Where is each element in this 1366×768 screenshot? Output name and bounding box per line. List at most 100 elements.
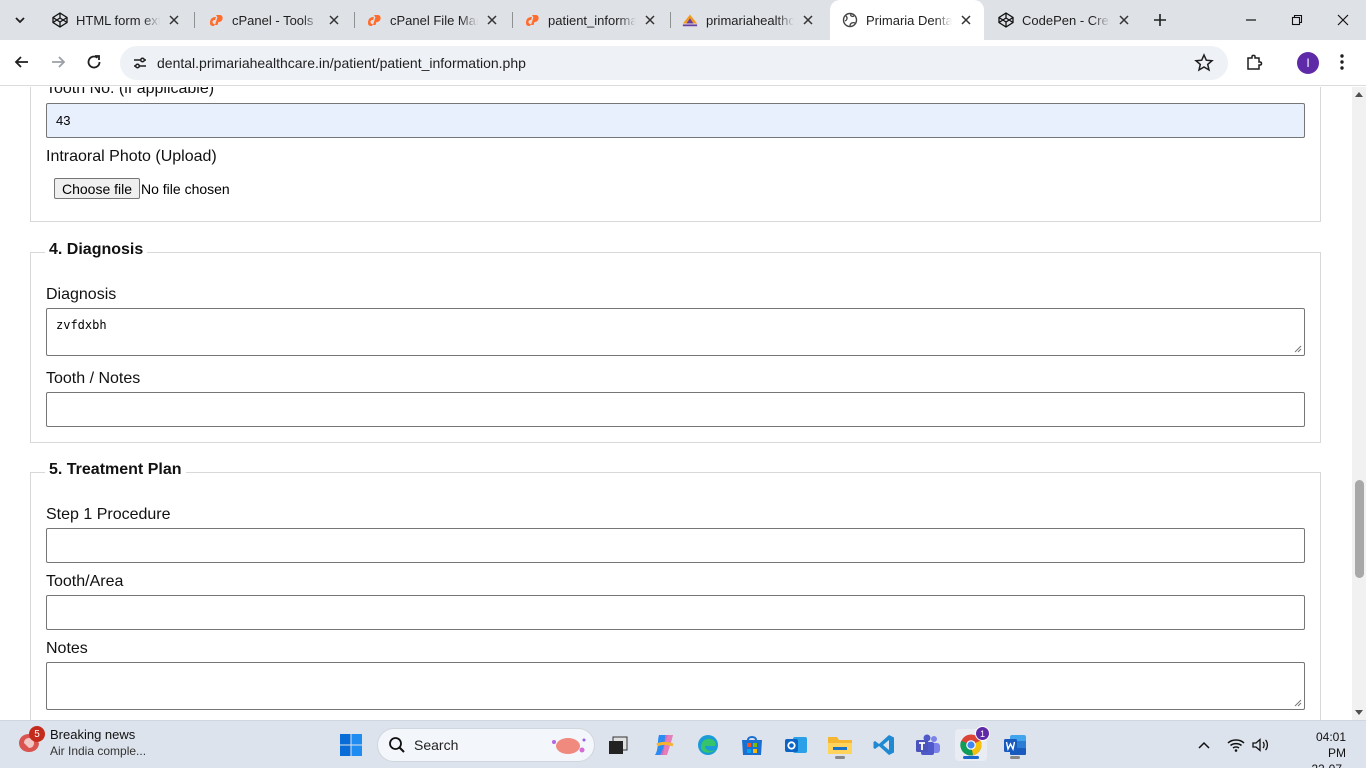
profile-avatar[interactable]: I <box>1297 52 1319 74</box>
tooth-area-label: Tooth/Area <box>46 573 124 590</box>
tab-strip: HTML form extra cPanel - Tools cPanel Fi… <box>0 0 1366 40</box>
choose-file-button[interactable]: Choose file <box>54 178 141 199</box>
news-widget[interactable]: 5 Breaking news Air India comple... <box>16 726 147 759</box>
system-clock[interactable]: 04:01 PM 22-07-2025 <box>1296 729 1346 768</box>
codepen-icon <box>998 12 1014 28</box>
word-button[interactable] <box>999 729 1031 761</box>
section-legend: 4. Diagnosis <box>45 241 148 259</box>
teams-button[interactable] <box>912 729 944 761</box>
tab-patient-information[interactable]: patient_informat <box>512 6 668 34</box>
reload-button[interactable] <box>80 48 108 76</box>
tab-primariahealthcare[interactable]: primariahealthca <box>670 6 826 34</box>
wifi-status[interactable] <box>1225 721 1247 768</box>
search-placeholder: Search <box>414 737 459 753</box>
cpanel-icon <box>366 12 382 28</box>
file-explorer-button[interactable] <box>824 729 856 761</box>
copilot-button[interactable] <box>648 729 680 761</box>
running-indicator <box>963 756 979 759</box>
tab-title: Primaria Dental <box>866 12 952 28</box>
step1-procedure-input[interactable] <box>46 528 1305 563</box>
close-icon <box>1337 14 1349 26</box>
scrollbar-thumb[interactable] <box>1355 480 1364 578</box>
tab-title: cPanel File Mana <box>390 12 478 28</box>
vscode-icon <box>873 735 894 755</box>
search-icon <box>389 737 405 753</box>
start-button[interactable] <box>335 729 367 761</box>
wifi-icon <box>1227 739 1245 752</box>
chrome-profile-badge: 1 <box>975 726 990 741</box>
edge-button[interactable] <box>692 729 724 761</box>
puzzle-icon <box>1247 54 1263 70</box>
tab-cpanel-file-manager[interactable]: cPanel File Mana <box>354 6 510 34</box>
tooth-area-input[interactable] <box>46 595 1305 630</box>
vscode-button[interactable] <box>868 729 900 761</box>
site-info-icon[interactable] <box>126 49 154 77</box>
scroll-up-arrow-icon[interactable] <box>1355 91 1363 99</box>
close-icon[interactable] <box>958 12 974 28</box>
file-status-text: No file chosen <box>141 181 230 197</box>
notes-textarea[interactable] <box>46 662 1305 710</box>
tab-codepen[interactable]: CodePen - Creat <box>986 6 1142 34</box>
pma-icon <box>682 12 698 28</box>
section-legend: 5. Treatment Plan <box>45 461 186 479</box>
close-icon[interactable] <box>326 12 342 28</box>
url-text: dental.primariahealthcare.in/patient/pat… <box>157 55 526 71</box>
arrow-right-icon <box>52 56 66 68</box>
step1-procedure-label: Step 1 Procedure <box>46 506 171 523</box>
chrome-button[interactable]: 1 <box>955 726 990 761</box>
tab-primaria-dental[interactable]: Primaria Dental <box>830 0 984 40</box>
tab-cpanel-tools[interactable]: cPanel - Tools <box>196 6 352 34</box>
close-window-button[interactable] <box>1320 0 1366 40</box>
tab-title: primariahealthca <box>706 12 794 28</box>
store-button[interactable] <box>736 729 768 761</box>
news-title: Breaking news <box>50 727 136 742</box>
close-icon[interactable] <box>800 12 816 28</box>
notes-label: Notes <box>46 640 88 657</box>
taskbar-search[interactable]: Search <box>377 728 595 762</box>
page-viewport: Tooth No. (if applicable) 43 Intraoral P… <box>0 87 1352 720</box>
browser-menu-button[interactable] <box>1328 48 1356 76</box>
resize-grip-icon[interactable] <box>1294 345 1302 353</box>
volume-status[interactable] <box>1250 721 1272 768</box>
running-indicator <box>1010 756 1020 759</box>
news-icon: 5 <box>16 726 45 756</box>
forward-button[interactable] <box>44 48 72 76</box>
edge-icon <box>698 735 718 755</box>
tooth-no-input[interactable]: 43 <box>46 103 1305 138</box>
task-view-button[interactable] <box>602 729 634 761</box>
close-icon[interactable] <box>642 12 658 28</box>
close-icon[interactable] <box>484 12 500 28</box>
restore-button[interactable] <box>1274 0 1320 40</box>
folder-icon <box>828 737 852 754</box>
tooth-no-label: Tooth No. (if applicable) <box>46 87 215 97</box>
bookmark-star-icon[interactable] <box>1194 53 1214 73</box>
windows-taskbar: 5 Breaking news Air India comple... Sear… <box>0 720 1366 768</box>
new-tab-button[interactable] <box>1148 8 1172 32</box>
tab-title: CodePen - Creat <box>1022 12 1110 28</box>
chevron-down-icon <box>15 17 25 24</box>
show-hidden-icons-button[interactable] <box>1193 721 1215 768</box>
intraoral-photo-label: Intraoral Photo (Upload) <box>46 148 217 165</box>
close-icon[interactable] <box>1116 12 1132 28</box>
close-icon[interactable] <box>166 12 182 28</box>
page-scrollbar[interactable] <box>1352 87 1366 720</box>
extensions-button[interactable] <box>1240 48 1268 76</box>
globe-icon <box>842 12 858 28</box>
word-icon <box>1004 735 1026 755</box>
scroll-down-arrow-icon[interactable] <box>1355 708 1363 716</box>
tooth-notes-label: Tooth / Notes <box>46 370 141 387</box>
outlook-icon <box>785 737 807 753</box>
back-button[interactable] <box>8 48 36 76</box>
minimize-button[interactable] <box>1228 0 1274 40</box>
tab-search-button[interactable] <box>6 6 34 34</box>
cpanel-icon <box>208 12 224 28</box>
restore-icon <box>1291 14 1303 26</box>
diagnosis-textarea[interactable]: zvfdxbh <box>46 308 1305 356</box>
tab-html-form[interactable]: HTML form extra <box>40 6 192 34</box>
store-icon <box>742 736 762 755</box>
news-subtitle: Air India comple... <box>50 744 147 758</box>
resize-grip-icon[interactable] <box>1294 699 1302 707</box>
tooth-notes-input[interactable] <box>46 392 1305 427</box>
outlook-button[interactable] <box>780 729 812 761</box>
address-bar[interactable]: dental.primariahealthcare.in/patient/pat… <box>120 46 1228 80</box>
